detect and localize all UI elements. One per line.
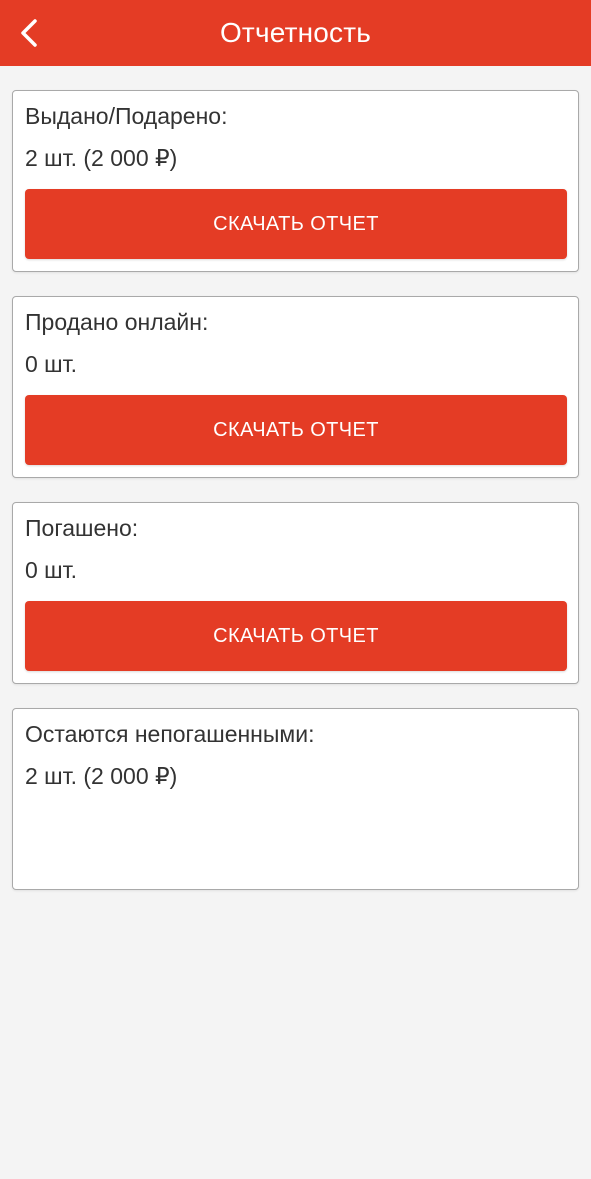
card-sold-online: Продано онлайн: 0 шт. СКАЧАТЬ ОТЧЕТ (12, 296, 579, 478)
chevron-left-icon (21, 19, 37, 47)
download-report-button[interactable]: СКАЧАТЬ ОТЧЕТ (25, 395, 567, 465)
app-bar: Отчетность (0, 0, 591, 66)
card-value: 2 шт. (2 000 ₽) (25, 763, 178, 789)
card-issued: Выдано/Подарено: 2 шт. (2 000 ₽) СКАЧАТЬ… (12, 90, 579, 272)
back-button[interactable] (6, 9, 54, 57)
card-value: 2 шт. (2 000 ₽) (25, 145, 178, 171)
card-label: Продано онлайн: (25, 309, 209, 335)
card-unredeemed: Остаются непогашенными: 2 шт. (2 000 ₽) (12, 708, 579, 890)
card-label: Выдано/Подарено: (25, 103, 228, 129)
page-title: Отчетность (219, 17, 372, 48)
card-label: Остаются непогашенными: (25, 721, 315, 747)
card-value: 0 шт. (25, 351, 78, 377)
download-report-button[interactable]: СКАЧАТЬ ОТЧЕТ (25, 601, 567, 671)
download-report-button[interactable]: СКАЧАТЬ ОТЧЕТ (25, 189, 567, 259)
card-label: Погашено: (25, 515, 139, 541)
card-value: 0 шт. (25, 557, 78, 583)
card-redeemed: Погашено: 0 шт. СКАЧАТЬ ОТЧЕТ (12, 502, 579, 684)
